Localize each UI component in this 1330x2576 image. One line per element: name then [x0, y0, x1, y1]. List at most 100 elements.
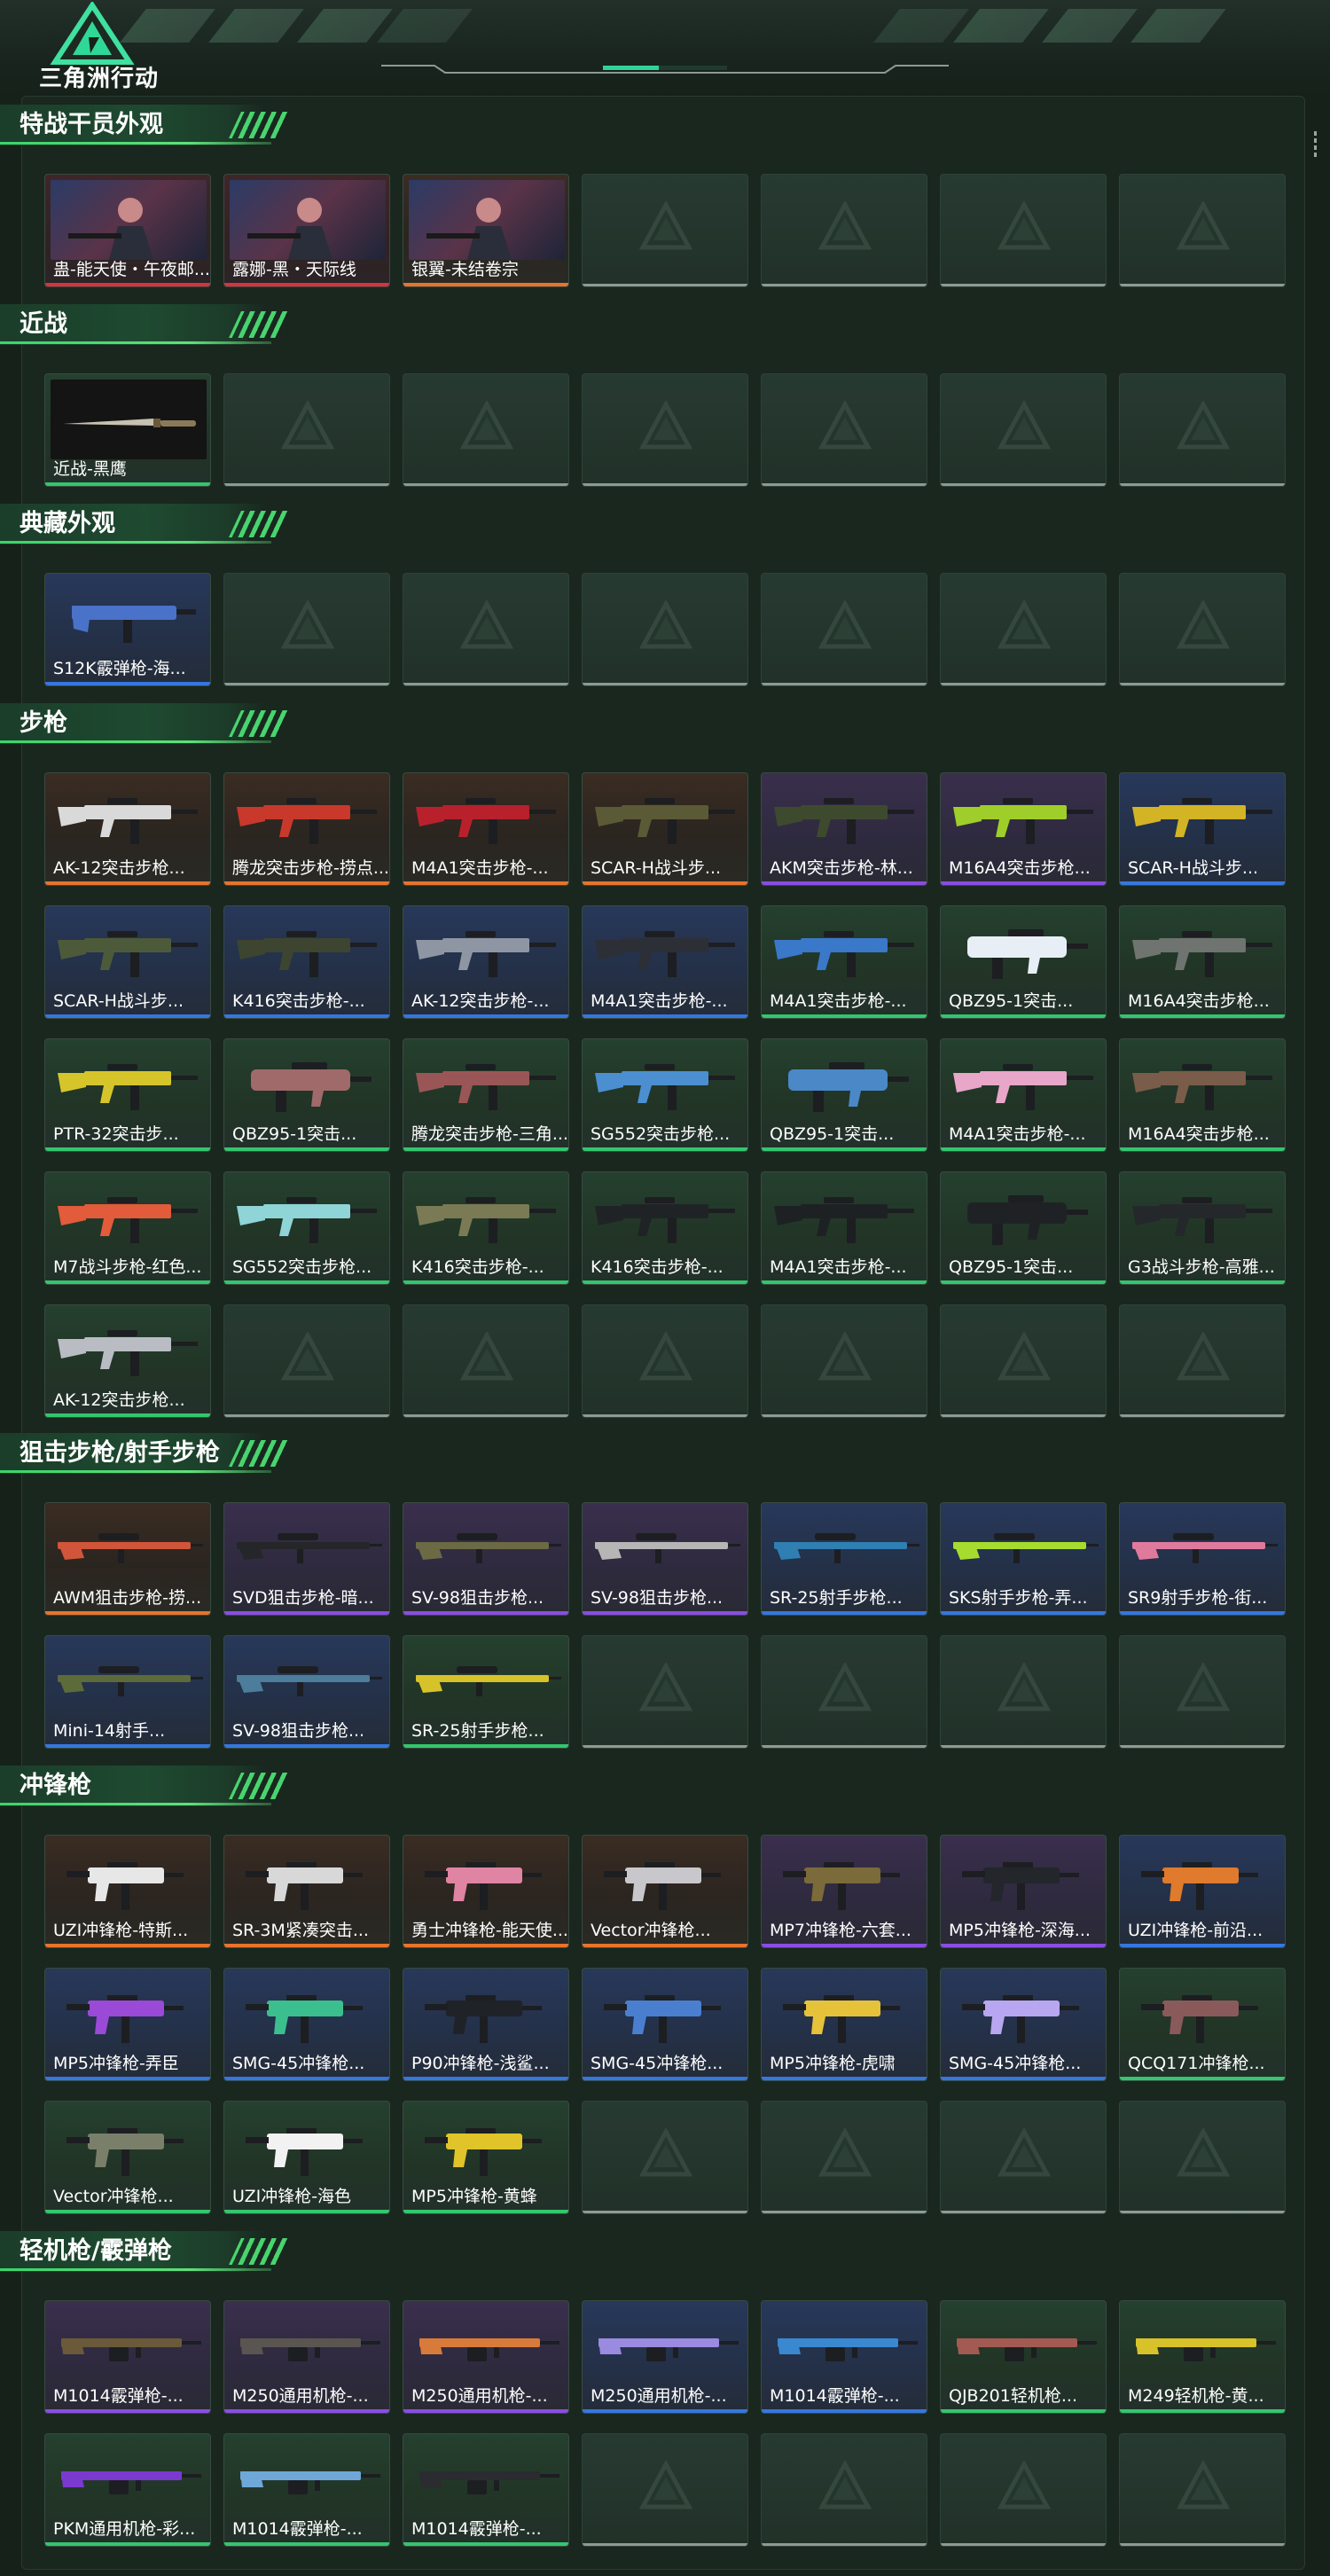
weapon-skin-card[interactable]: K416突击步枪-... [403, 1171, 569, 1285]
weapon-skin-card[interactable]: M7战斗步枪-红色... [44, 1171, 211, 1285]
weapon-skin-card[interactable]: MP5冲锋枪-黄蜂 [403, 2101, 569, 2214]
weapon-icon [224, 1039, 389, 1128]
weapon-skin-card[interactable]: QBZ95-1突击... [761, 1038, 927, 1152]
weapon-skin-card[interactable]: K416突击步枪-... [582, 1171, 748, 1285]
weapon-skin-card[interactable]: QCQ171冲锋枪... [1119, 1968, 1286, 2081]
weapon-skin-card[interactable]: SCAR-H战斗步... [44, 905, 211, 1019]
weapon-skin-card[interactable]: K416突击步枪-... [223, 905, 390, 1019]
weapon-skin-card[interactable]: M1014霰弹枪-... [403, 2433, 569, 2547]
weapon-skin-card[interactable]: 腾龙突击步枪-捞点... [223, 772, 390, 886]
card-quality-line [583, 683, 747, 685]
section-title: 典藏外观 [20, 510, 115, 537]
item-name: SR-25射手步枪... [770, 1588, 903, 1608]
empty-slot-card [761, 2101, 927, 2214]
item-name: M4A1突击步枪-... [949, 1124, 1086, 1144]
agent-skin-card[interactable]: 银翼-未结卷宗 [403, 174, 569, 287]
weapon-skin-card[interactable]: G3战斗步枪-高雅... [1119, 1171, 1286, 1285]
weapon-skin-card[interactable]: M4A1突击步枪-... [761, 905, 927, 1019]
agent-skin-card[interactable]: 露娜-黑・天际线 [223, 174, 390, 287]
weapon-icon [403, 773, 568, 862]
weapon-icon [583, 2301, 747, 2390]
weapon-skin-card[interactable]: SCAR-H战斗步... [1119, 772, 1286, 886]
card-quality-line [762, 1147, 927, 1151]
empty-slot-card [1119, 573, 1286, 686]
weapon-skin-card[interactable]: SR-25射手步枪... [761, 1502, 927, 1616]
weapon-skin-card[interactable]: SG552突击步枪... [582, 1038, 748, 1152]
weapon-skin-card[interactable]: QBZ95-1突击... [223, 1038, 390, 1152]
card-quality-line [1120, 2409, 1285, 2413]
delta-placeholder-icon [998, 201, 1051, 251]
weapon-skin-card[interactable]: SR-25射手步枪... [403, 1635, 569, 1749]
weapon-skin-card[interactable]: M16A4突击步枪... [1119, 1038, 1286, 1152]
weapon-skin-card[interactable]: SVD狙击步枪-暗... [223, 1502, 390, 1616]
weapon-skin-card[interactable]: SMG-45冲锋枪... [582, 1968, 748, 2081]
melee-skin-card[interactable]: 近战-黑鹰 [44, 373, 211, 487]
delta-placeholder-icon [998, 600, 1051, 650]
card-quality-line [941, 2077, 1106, 2080]
weapon-skin-card[interactable]: Vector冲锋枪... [44, 2101, 211, 2214]
weapon-skin-card[interactable]: SG552突击步枪... [223, 1171, 390, 1285]
weapon-skin-card[interactable]: M1014霰弹枪-... [44, 2300, 211, 2414]
card-quality-line [1120, 1745, 1285, 1748]
item-name: Vector冲锋枪... [591, 1921, 711, 1940]
weapon-skin-card[interactable]: MP5冲锋枪-虎啸 [761, 1968, 927, 2081]
weapon-skin-card[interactable]: M16A4突击步枪... [1119, 905, 1286, 1019]
weapon-skin-card[interactable]: PTR-32突击步... [44, 1038, 211, 1152]
weapon-skin-card[interactable]: SR-3M紧凑突击... [223, 1835, 390, 1948]
weapon-skin-card[interactable]: Vector冲锋枪... [582, 1835, 748, 1948]
card-quality-line [1120, 1280, 1285, 1284]
weapon-skin-card[interactable]: UZI冲锋枪-特斯... [44, 1835, 211, 1948]
item-name: QBZ95-1突击... [770, 1124, 895, 1144]
delta-placeholder-icon [998, 401, 1051, 450]
weapon-skin-card[interactable]: 腾龙突击步枪-三角... [403, 1038, 569, 1152]
weapon-skin-card[interactable]: QBZ95-1突击... [940, 1171, 1107, 1285]
weapon-skin-card[interactable]: M250通用机枪-... [582, 2300, 748, 2414]
weapon-skin-card[interactable]: SR9射手步枪-街... [1119, 1502, 1286, 1616]
weapon-skin-card[interactable]: SV-98狙击步枪... [223, 1635, 390, 1749]
weapon-skin-card[interactable]: M1014霰弹枪-... [761, 2300, 927, 2414]
weapon-skin-card[interactable]: AK-12突击步枪... [44, 1304, 211, 1418]
item-name: Vector冲锋枪... [53, 2187, 174, 2206]
item-name: QCQ171冲锋枪... [1128, 2054, 1265, 2073]
weapon-skin-card[interactable]: SMG-45冲锋枪... [223, 1968, 390, 2081]
weapon-icon [45, 1836, 210, 1924]
section-header-underline [0, 1470, 271, 1473]
weapon-skin-card[interactable]: 勇士冲锋枪-能天使... [403, 1835, 569, 1948]
weapon-skin-card[interactable]: AWM狙击步枪-捞... [44, 1502, 211, 1616]
weapon-skin-card[interactable]: M16A4突击步枪... [940, 772, 1107, 886]
weapon-skin-card[interactable]: M250通用机枪-... [223, 2300, 390, 2414]
weapon-skin-card[interactable]: M4A1突击步枪-... [582, 905, 748, 1019]
weapon-skin-card[interactable]: SMG-45冲锋枪... [940, 1968, 1107, 2081]
weapon-skin-card[interactable]: M250通用机枪-... [403, 2300, 569, 2414]
weapon-skin-card[interactable]: PKM通用机枪-彩... [44, 2433, 211, 2547]
weapon-icon [224, 2434, 389, 2523]
weapon-skin-card[interactable]: Mini-14射手... [44, 1635, 211, 1749]
weapon-skin-card[interactable]: M4A1突击步枪-... [403, 772, 569, 886]
agent-skin-card[interactable]: 蛊-能天使・午夜邮... [44, 174, 211, 287]
weapon-skin-card[interactable]: M4A1突击步枪-... [940, 1038, 1107, 1152]
weapon-skin-card[interactable]: M1014霰弹枪-... [223, 2433, 390, 2547]
weapon-skin-card[interactable]: S12K霰弹枪-海... [44, 573, 211, 686]
weapon-skin-card[interactable]: SKS射手步枪-弄... [940, 1502, 1107, 1616]
weapon-skin-card[interactable]: AKM突击步枪-林... [761, 772, 927, 886]
card-quality-line [403, 1414, 568, 1417]
weapon-skin-card[interactable]: P90冲锋枪-浅鲨... [403, 1968, 569, 2081]
weapon-skin-card[interactable]: UZI冲锋枪-海色 [223, 2101, 390, 2214]
weapon-skin-card[interactable]: M249轻机枪-黄... [1119, 2300, 1286, 2414]
scroll-indicator[interactable] [1314, 131, 1318, 163]
weapon-skin-card[interactable]: MP5冲锋枪-深海... [940, 1835, 1107, 1948]
weapon-skin-card[interactable]: M4A1突击步枪-... [761, 1171, 927, 1285]
delta-placeholder-icon [998, 1332, 1051, 1382]
top-header: 三角洲行动 [0, 0, 1330, 96]
weapon-skin-card[interactable]: SV-98狙击步枪... [403, 1502, 569, 1616]
weapon-skin-card[interactable]: QBZ95-1突击... [940, 905, 1107, 1019]
weapon-skin-card[interactable]: UZI冲锋枪-前沿... [1119, 1835, 1286, 1948]
weapon-skin-card[interactable]: MP5冲锋枪-弄臣 [44, 1968, 211, 2081]
weapon-skin-card[interactable]: AK-12突击步枪-... [403, 905, 569, 1019]
empty-slot-card [940, 2433, 1107, 2547]
weapon-skin-card[interactable]: MP7冲锋枪-六套... [761, 1835, 927, 1948]
weapon-skin-card[interactable]: SV-98狙击步枪... [582, 1502, 748, 1616]
weapon-skin-card[interactable]: AK-12突击步枪... [44, 772, 211, 886]
weapon-skin-card[interactable]: QJB201轻机枪... [940, 2300, 1107, 2414]
weapon-skin-card[interactable]: SCAR-H战斗步... [582, 772, 748, 886]
